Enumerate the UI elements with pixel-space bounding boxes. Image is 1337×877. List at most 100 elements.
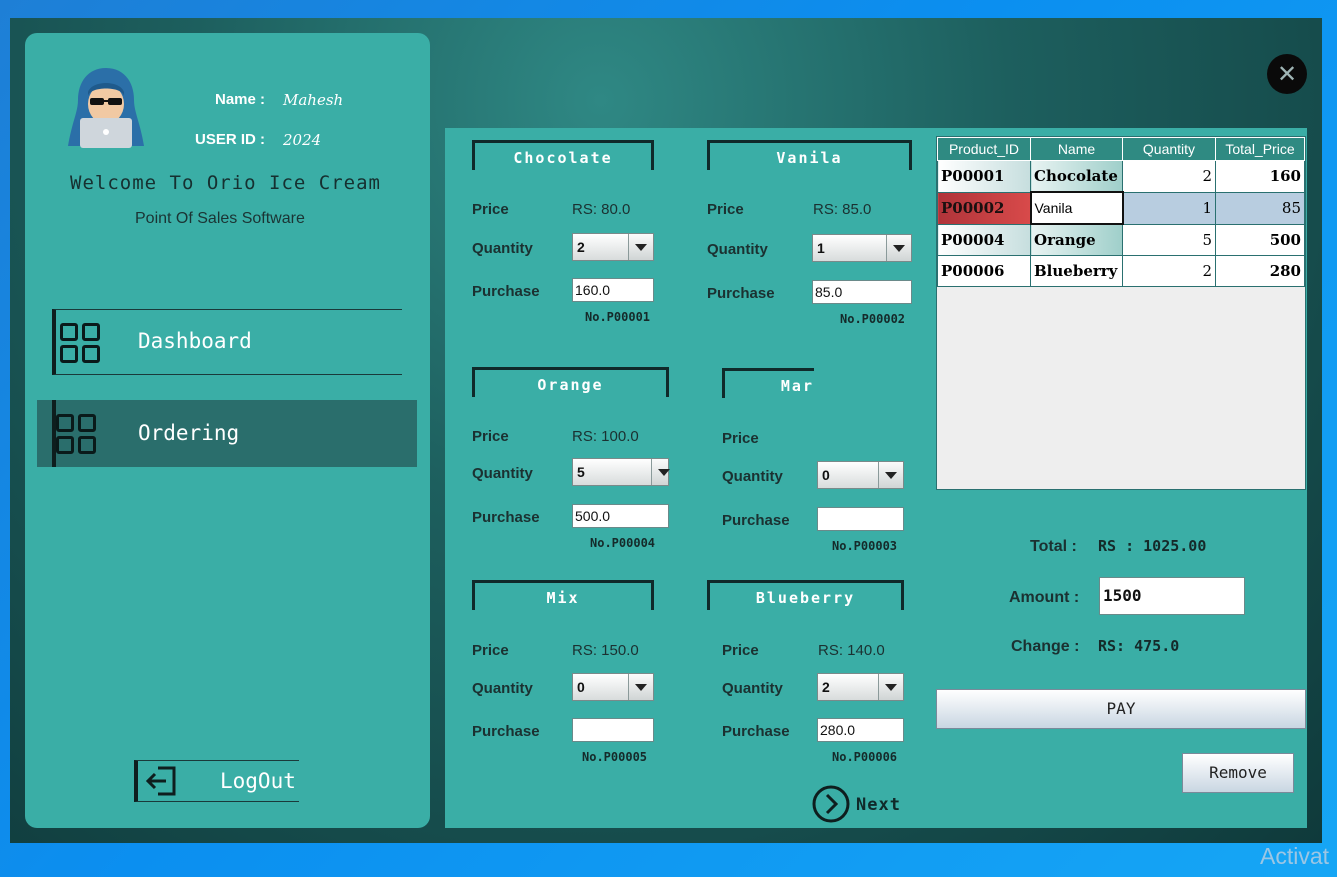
- next-label: Next: [856, 795, 901, 815]
- price-label: Price: [722, 642, 759, 659]
- cell-total-price[interactable]: 500: [1215, 223, 1305, 256]
- col-header[interactable]: Total_Price: [1215, 137, 1305, 161]
- product-no-vanila: No.P00002: [840, 312, 906, 326]
- total-value: RS : 1025.00: [1098, 537, 1207, 555]
- chevron-right-circle-icon: [812, 785, 850, 823]
- purchase-field-mango[interactable]: [817, 507, 904, 531]
- logout-icon: [145, 766, 176, 796]
- product-no-orange: No.P00004: [590, 536, 656, 550]
- cell-name[interactable]: Blueberry: [1030, 255, 1123, 287]
- pay-button[interactable]: PAY: [936, 689, 1306, 729]
- chevron-down-icon[interactable]: [651, 459, 670, 485]
- cell-total-price[interactable]: 85: [1215, 191, 1305, 225]
- quantity-label: Quantity: [472, 240, 533, 257]
- table-row[interactable]: P00001 Chocolate 2 160: [937, 160, 1305, 193]
- price-label: Price: [472, 642, 509, 659]
- order-table-container: Product_ID Name Quantity Total_Price P00…: [936, 136, 1306, 490]
- cell-product-id[interactable]: P00002: [937, 191, 1031, 225]
- purchase-label: Purchase: [472, 723, 540, 740]
- table-row[interactable]: P00004 Orange 5 500: [937, 223, 1305, 256]
- grid-icon: [56, 414, 96, 454]
- product-tab-blueberry: Blueberry: [707, 580, 904, 610]
- product-no-chocolate: No.P00001: [585, 310, 651, 324]
- quantity-value: 2: [822, 679, 830, 695]
- purchase-label: Purchase: [472, 283, 540, 300]
- purchase-field-blueberry[interactable]: 280.0: [817, 718, 904, 742]
- product-no-mango: No.P00003: [832, 539, 898, 553]
- price-value-mix: RS: 150.0: [572, 642, 639, 659]
- quantity-label: Quantity: [472, 465, 533, 482]
- nav-ordering-label: Ordering: [138, 421, 240, 445]
- product-no-blueberry: No.P00006: [832, 750, 898, 764]
- nav-ordering[interactable]: Ordering: [37, 400, 417, 467]
- quantity-combo-mix[interactable]: 0: [572, 673, 654, 701]
- chevron-down-icon[interactable]: [886, 235, 911, 261]
- chevron-down-icon[interactable]: [628, 674, 653, 700]
- table-header-row: Product_ID Name Quantity Total_Price: [937, 137, 1305, 161]
- table-row-selected[interactable]: P00002 Vanila 1 85: [937, 191, 1305, 225]
- cell-name-editing[interactable]: Vanila: [1029, 191, 1124, 225]
- quantity-combo-mango[interactable]: 0: [817, 461, 904, 489]
- total-label: Total :: [1030, 538, 1077, 555]
- cell-quantity[interactable]: 2: [1122, 255, 1216, 287]
- chevron-down-icon[interactable]: [878, 462, 903, 488]
- app-subtitle: Point Of Sales Software: [135, 210, 305, 227]
- cell-total-price[interactable]: 280: [1215, 255, 1305, 287]
- col-header[interactable]: Quantity: [1122, 137, 1216, 161]
- quantity-combo-chocolate[interactable]: 2: [572, 233, 654, 261]
- purchase-field-chocolate[interactable]: 160.0: [572, 278, 654, 302]
- product-tab-chocolate: Chocolate: [472, 140, 654, 170]
- cell-name[interactable]: Chocolate: [1030, 160, 1123, 193]
- order-table: Product_ID Name Quantity Total_Price P00…: [937, 137, 1305, 287]
- quantity-value: 0: [577, 679, 585, 695]
- next-button[interactable]: Next: [812, 785, 907, 823]
- quantity-combo-blueberry[interactable]: 2: [817, 673, 904, 701]
- quantity-value: 1: [817, 240, 825, 256]
- remove-button[interactable]: Remove: [1182, 753, 1294, 793]
- price-value-chocolate: RS: 80.0: [572, 201, 631, 218]
- col-header[interactable]: Product_ID: [937, 137, 1031, 161]
- col-header[interactable]: Name: [1030, 137, 1123, 161]
- purchase-label: Purchase: [722, 512, 790, 529]
- purchase-field-mix[interactable]: [572, 718, 654, 742]
- purchase-label: Purchase: [722, 723, 790, 740]
- nav-dashboard[interactable]: Dashboard: [52, 309, 402, 375]
- cell-quantity[interactable]: 2: [1122, 160, 1216, 193]
- quantity-label: Quantity: [722, 680, 783, 697]
- close-button[interactable]: ✕: [1267, 54, 1307, 94]
- quantity-value: 2: [577, 239, 585, 255]
- product-tab-orange: Orange: [472, 367, 669, 397]
- price-value-vanila: RS: 85.0: [813, 201, 872, 218]
- price-label: Price: [707, 201, 744, 218]
- purchase-label: Purchase: [707, 285, 775, 302]
- cell-quantity[interactable]: 1: [1122, 191, 1216, 225]
- logout-label: LogOut: [220, 769, 296, 793]
- price-label: Price: [472, 201, 509, 218]
- product-tab-mango: Mar: [722, 368, 814, 398]
- price-label: Price: [722, 430, 759, 447]
- change-value: RS: 475.0: [1098, 637, 1180, 655]
- amount-input[interactable]: 1500: [1099, 577, 1245, 615]
- table-row[interactable]: P00006 Blueberry 2 280: [937, 255, 1305, 287]
- purchase-field-vanila[interactable]: 85.0: [812, 280, 912, 304]
- quantity-label: Quantity: [707, 241, 768, 258]
- userid-value: 2024: [283, 131, 322, 149]
- quantity-combo-orange[interactable]: 5: [572, 458, 670, 486]
- cell-product-id[interactable]: P00006: [937, 255, 1031, 287]
- purchase-field-orange[interactable]: 500.0: [572, 504, 669, 528]
- userid-label: USER ID :: [195, 131, 266, 148]
- cell-product-id[interactable]: P00004: [937, 223, 1031, 256]
- amount-label: Amount :: [1009, 589, 1080, 606]
- cell-name[interactable]: Orange: [1030, 223, 1123, 256]
- cell-product-id[interactable]: P00001: [937, 160, 1031, 193]
- quantity-combo-vanila[interactable]: 1: [812, 234, 912, 262]
- chevron-down-icon[interactable]: [628, 234, 653, 260]
- logout-button[interactable]: LogOut: [134, 760, 299, 802]
- cell-total-price[interactable]: 160: [1215, 160, 1305, 193]
- chevron-down-icon[interactable]: [878, 674, 903, 700]
- nav-dashboard-label: Dashboard: [138, 329, 252, 353]
- name-value: Mahesh: [283, 91, 344, 109]
- activation-watermark: Activat: [1260, 843, 1330, 869]
- avatar: [68, 68, 144, 148]
- cell-quantity[interactable]: 5: [1122, 223, 1216, 256]
